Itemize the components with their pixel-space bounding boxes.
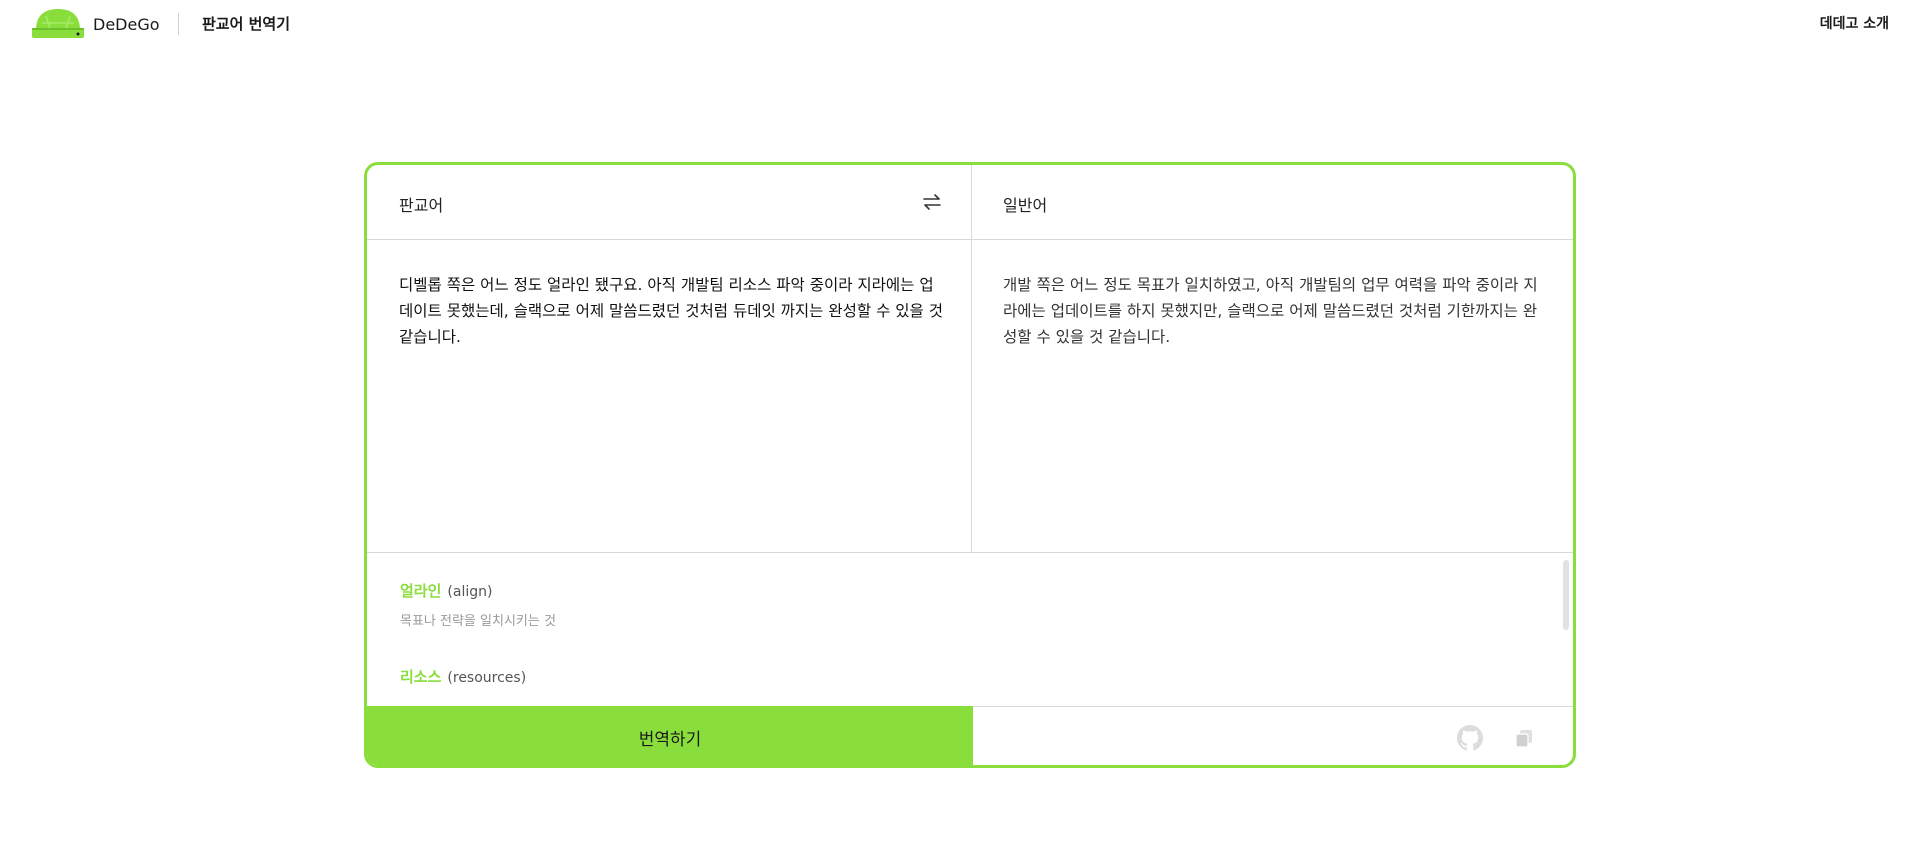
translate-button[interactable]: 번역하기	[367, 706, 973, 765]
target-language-label: 일반어	[1003, 196, 1048, 215]
translation-result-text: 개발 쪽은 어느 정도 목표가 일치하였고, 아직 개발팀의 업무 여력을 파악…	[1003, 276, 1538, 346]
swap-arrows-icon[interactable]	[922, 192, 942, 212]
glossary-scrollbar[interactable]	[1563, 560, 1569, 630]
glossary-term: 얼라인	[400, 582, 442, 600]
glossary-definition: 목표나 전략을 일치시키는 것	[400, 614, 556, 629]
brand-name[interactable]: DeDeGo	[93, 15, 160, 34]
top-header: DeDeGo 판교어 번역기 데데고 소개	[0, 0, 1920, 48]
source-input-area[interactable]: 디벨롭 쪽은 어느 정도 얼라인 됐구요. 아직 개발팀 리소스 파악 중이라 …	[367, 240, 972, 553]
source-panel-header: 판교어	[367, 165, 972, 240]
copy-icon[interactable]	[1514, 728, 1534, 748]
translator-nav-link[interactable]: 판교어 번역기	[202, 13, 290, 34]
glossary-term-english: (align)	[447, 584, 493, 600]
glossary-list[interactable]: 얼라인 (align) 목표나 전략을 일치시키는 것 리소스 (resources…	[367, 554, 1573, 706]
glossary-term-english: (resources)	[447, 670, 527, 686]
translator-card: 판교어 일반어 디벨롭 쪽은 어느 정도 얼라인 됐구요. 아직 개발팀 리소스…	[364, 162, 1576, 768]
header-divider	[178, 13, 179, 35]
glossary-item: 리소스 (resources)	[400, 666, 526, 687]
source-language-label: 판교어	[399, 196, 444, 215]
glossary-term: 리소스	[400, 668, 442, 686]
source-text-input[interactable]: 디벨롭 쪽은 어느 정도 얼라인 됐구요. 아직 개발팀 리소스 파악 중이라 …	[399, 272, 944, 350]
github-icon[interactable]	[1457, 725, 1483, 751]
output-toolbar	[973, 706, 1573, 765]
translation-output-area: 개발 쪽은 어느 정도 목표가 일치하였고, 아직 개발팀의 업무 여력을 파악…	[972, 240, 1573, 553]
turtle-shell-logo-icon[interactable]	[32, 8, 84, 38]
target-panel-header: 일반어	[972, 165, 1573, 240]
about-nav-link[interactable]: 데데고 소개	[1820, 13, 1889, 33]
glossary-item: 얼라인 (align)	[400, 580, 492, 601]
